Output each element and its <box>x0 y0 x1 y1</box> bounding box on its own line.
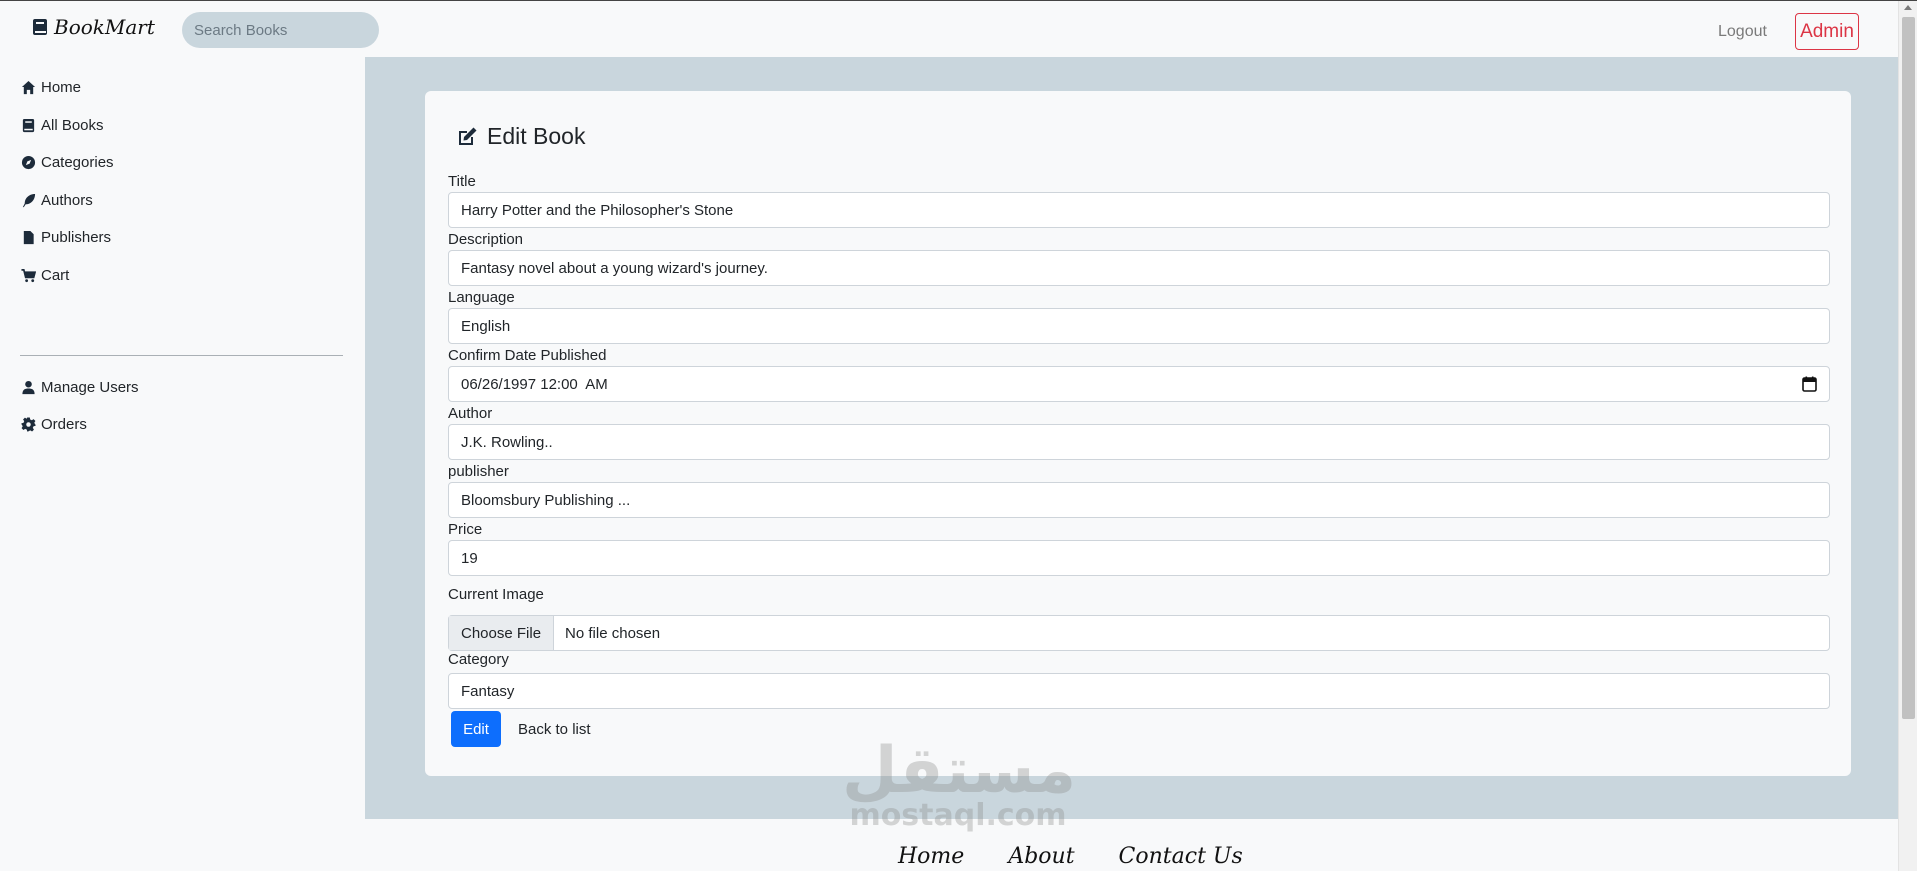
home-icon <box>20 79 37 96</box>
price-label: Price <box>448 521 483 538</box>
brand-logo[interactable]: BookMart <box>32 15 155 39</box>
admin-button[interactable]: Admin <box>1795 13 1859 50</box>
page-title-text: Edit Book <box>487 123 586 149</box>
title-label: Title <box>448 173 476 190</box>
page-title: Edit Book <box>455 123 585 150</box>
sidebar-item-label: All Books <box>41 117 104 134</box>
footer-link-home[interactable]: Home <box>898 844 964 869</box>
user-icon <box>20 379 37 396</box>
date-published-input[interactable]: 06/26/1997 12:00 AM <box>448 366 1830 402</box>
sidebar-item-publishers[interactable]: Publishers <box>20 229 111 246</box>
sidebar: Home All Books Categories Authors Publis… <box>0 57 365 871</box>
book-icon <box>20 117 37 134</box>
date-published-value: 06/26/1997 12:00 AM <box>461 375 608 393</box>
choose-file-button[interactable]: Choose File <box>449 616 555 650</box>
sidebar-item-label: Home <box>41 79 82 96</box>
footer-link-about[interactable]: About <box>1008 844 1074 869</box>
category-label: Category <box>448 651 509 668</box>
sidebar-item-label: Cart <box>41 267 70 284</box>
back-to-list-link[interactable]: Back to list <box>518 721 591 738</box>
category-input[interactable]: Fantasy <box>448 673 1830 709</box>
sidebar-item-authors[interactable]: Authors <box>20 192 93 209</box>
sidebar-divider <box>20 355 343 356</box>
sidebar-item-cart[interactable]: Cart <box>20 267 69 284</box>
calendar-icon[interactable] <box>1802 376 1817 392</box>
title-input[interactable]: Harry Potter and the Philosopher's Stone <box>448 192 1830 228</box>
compass-icon <box>20 154 37 171</box>
sidebar-item-manage-users[interactable]: Manage Users <box>20 379 139 396</box>
sidebar-item-label: Manage Users <box>41 379 139 396</box>
book-icon <box>33 19 47 35</box>
sidebar-item-label: Categories <box>41 154 114 171</box>
cart-icon <box>20 267 37 284</box>
logout-link[interactable]: Logout <box>1718 23 1767 41</box>
scrollbar-thumb[interactable] <box>1902 17 1915 719</box>
sidebar-item-categories[interactable]: Categories <box>20 154 114 171</box>
publisher-label: publisher <box>448 463 509 480</box>
edit-button[interactable]: Edit <box>451 711 501 747</box>
edit-book-card: Edit Book Title Harry Potter and the Phi… <box>425 91 1851 776</box>
sidebar-item-label: Orders <box>41 416 87 433</box>
publisher-input[interactable]: Bloomsbury Publishing ... <box>448 482 1830 518</box>
top-navbar: BookMart Logout Admin <box>0 1 1898 57</box>
file-status: No file chosen <box>565 624 661 642</box>
sidebar-item-label: Authors <box>41 192 93 209</box>
image-file-input[interactable]: Choose File No file chosen <box>448 615 1830 651</box>
brand-name: BookMart <box>54 15 155 39</box>
language-label: Language <box>448 289 515 306</box>
sidebar-item-all-books[interactable]: All Books <box>20 117 104 134</box>
author-input[interactable]: J.K. Rowling.. <box>448 424 1830 460</box>
author-label: Author <box>448 405 493 422</box>
language-input[interactable]: English <box>448 308 1830 344</box>
footer-link-contact[interactable]: Contact Us <box>1119 844 1243 869</box>
date-published-label: Confirm Date Published <box>448 347 607 364</box>
scroll-up-arrow-icon[interactable] <box>1904 5 1912 10</box>
page-scrollbar[interactable] <box>1898 1 1917 871</box>
sidebar-item-orders[interactable]: Orders <box>20 416 87 433</box>
price-input[interactable]: 19 <box>448 540 1830 576</box>
search-input[interactable] <box>182 12 379 48</box>
description-input[interactable]: Fantasy novel about a young wizard's jou… <box>448 250 1830 286</box>
sidebar-item-home[interactable]: Home <box>20 79 81 96</box>
edit-icon <box>459 127 477 145</box>
file-icon <box>20 229 37 246</box>
sidebar-item-label: Publishers <box>41 229 112 246</box>
current-image-label: Current Image <box>448 586 544 603</box>
main-content: Edit Book Title Harry Potter and the Phi… <box>365 57 1898 819</box>
footer-nav: Home About Contact Us <box>898 844 1243 869</box>
description-label: Description <box>448 231 524 248</box>
feather-icon <box>20 192 37 209</box>
gear-icon <box>20 416 37 433</box>
